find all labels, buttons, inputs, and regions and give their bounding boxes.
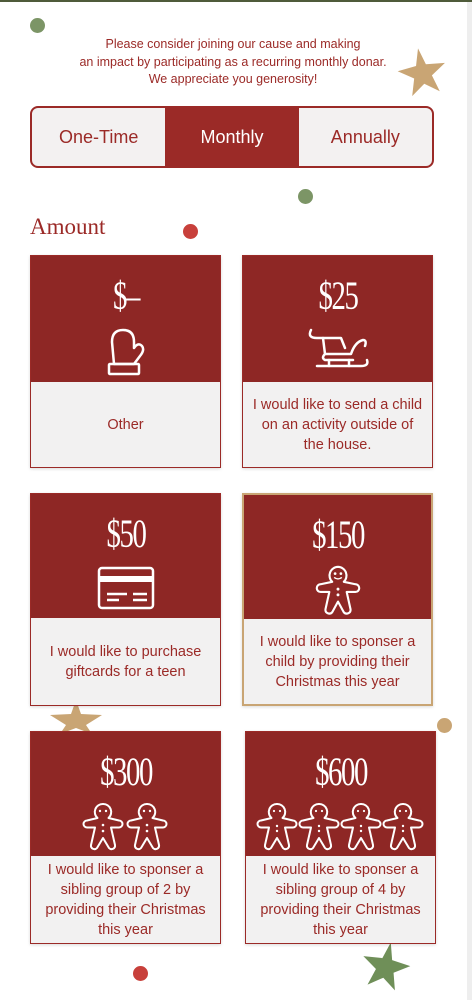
intro-line: an impact by participating as a recurrin… — [79, 54, 387, 69]
card-price: $50 — [106, 511, 146, 556]
frequency-option-annually[interactable]: Annually — [299, 108, 432, 166]
decor-green-dot — [30, 18, 45, 33]
amount-card-150[interactable]: $150 I would like to sponser a child by … — [242, 493, 433, 706]
sleigh-icon — [308, 328, 369, 368]
amount-card-25[interactable]: $25 I would like to send a child on an a… — [242, 255, 433, 468]
scrollbar-track[interactable] — [467, 2, 472, 1000]
card-price: $– — [112, 273, 140, 318]
decor-red-dot — [183, 224, 198, 239]
gingerbread-icon — [315, 565, 360, 615]
decor-green-star-icon — [363, 942, 411, 991]
card-price: $25 — [318, 273, 358, 318]
amount-card-other[interactable]: $– Other — [30, 255, 221, 468]
card-price: $150 — [311, 512, 365, 557]
card-description: I would like to sponser a sibling group … — [45, 861, 206, 938]
top-border — [0, 0, 472, 2]
four-gingerbread-icon — [256, 802, 423, 851]
intro-line: Please consider joining our cause and ma… — [105, 37, 361, 51]
card-price: $300 — [99, 749, 153, 794]
frequency-option-monthly[interactable]: Monthly — [165, 108, 299, 166]
intro-text: Please consider joining our cause and ma… — [40, 36, 426, 89]
decor-red-dot — [133, 966, 148, 981]
gift-card-icon — [97, 566, 154, 610]
mitten-icon — [107, 328, 144, 376]
card-price: $600 — [314, 749, 368, 794]
amount-card-50[interactable]: $50 I would like to purchase giftcards f… — [30, 493, 221, 706]
card-description: I would like to sponser a child by provi… — [259, 633, 416, 690]
card-description: I would like to sponser a sibling group … — [260, 861, 421, 938]
amount-heading: Amount — [30, 214, 106, 239]
card-description: Other — [107, 416, 144, 433]
decor-gold-dot — [437, 718, 452, 733]
intro-line: We appreciate you generosity! — [148, 72, 318, 86]
decor-green-dot — [298, 189, 313, 204]
two-gingerbread-icon — [82, 802, 167, 851]
card-description: I would like to send a child on an activ… — [252, 396, 423, 453]
amount-card-300[interactable]: $300 I would like to sponser a sibling g… — [30, 731, 221, 944]
frequency-option-one-time[interactable]: One-Time — [32, 108, 165, 166]
amount-card-600[interactable]: $600 I would like to sponser a sibling g… — [245, 731, 436, 944]
frequency-toggle: One-Time Monthly Annually — [30, 106, 434, 168]
card-description: I would like to purchase giftcards for a… — [49, 643, 202, 680]
